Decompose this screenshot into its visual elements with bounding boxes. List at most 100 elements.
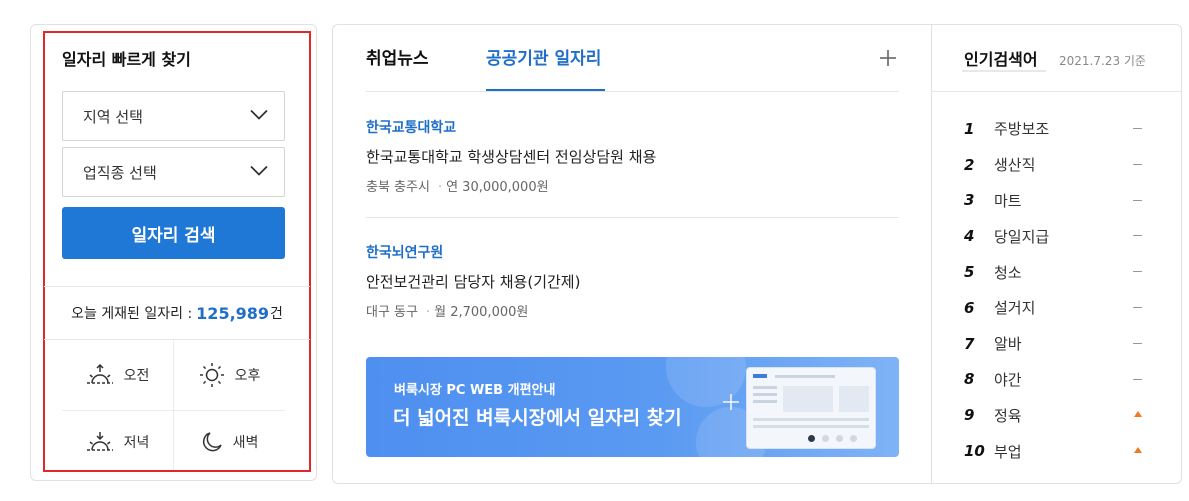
rank-number: 10 — [964, 442, 985, 461]
rank-keyword[interactable]: 마트 — [994, 190, 1022, 211]
rank-number: 7 — [964, 334, 975, 353]
list-item[interactable]: 10 부업 — [964, 433, 1154, 469]
posted-jobs-unit: 건 — [270, 306, 283, 322]
trend-flat-icon — [1133, 163, 1142, 165]
list-item[interactable]: 1 주방보조 — [964, 111, 1154, 147]
trend-flat-icon — [1133, 378, 1142, 380]
time-slot-dawn[interactable]: 새벽 — [174, 412, 285, 472]
tabs-divider — [366, 91, 899, 92]
trend-up-icon — [1134, 447, 1142, 454]
chevron-down-icon — [250, 165, 268, 176]
separator-dot: · — [425, 305, 431, 320]
job-title[interactable]: 안전보건관리 담당자 채용(기간제) — [366, 271, 899, 292]
job-org[interactable]: 한국뇌연구원 — [366, 242, 899, 262]
sunrise-icon — [86, 364, 113, 384]
chevron-down-icon — [250, 109, 268, 120]
job-location: 대구 동구 — [366, 305, 418, 320]
trend-flat-icon — [1133, 271, 1142, 273]
pagination-dot[interactable] — [850, 435, 857, 442]
job-listing[interactable]: 한국뇌연구원 안전보건관리 담당자 채용(기간제) 대구 동구 · 월 2,700,… — [366, 242, 899, 320]
rank-keyword[interactable]: 생산직 — [994, 154, 1035, 175]
job-salary: 월 2,700,000원 — [434, 305, 529, 320]
rank-number: 6 — [964, 298, 975, 317]
list-item[interactable]: 6 설거지 — [964, 290, 1154, 326]
job-location: 충북 충주시 — [366, 180, 430, 195]
posted-jobs-label: 오늘 게재된 일자리 : — [71, 306, 193, 322]
time-slot-dawn-label: 새벽 — [232, 435, 259, 451]
time-grid-divider — [62, 410, 285, 411]
job-divider — [366, 217, 899, 218]
separator-dot: · — [437, 180, 443, 195]
trend-flat-icon — [1133, 128, 1142, 129]
list-item[interactable]: 3 마트 — [964, 183, 1154, 219]
quick-search-title: 일자리 빠르게 찾기 — [62, 50, 191, 69]
rank-keyword[interactable]: 당일지급 — [994, 226, 1049, 247]
list-item[interactable]: 7 알바 — [964, 326, 1154, 362]
job-title[interactable]: 한국교통대학교 학생상담센터 전임상담원 채용 — [366, 146, 899, 167]
rank-number: 1 — [964, 119, 975, 138]
posted-jobs-summary: 오늘 게재된 일자리 : 125,989 건 — [44, 286, 310, 340]
posted-jobs-count: 125,989 — [196, 303, 270, 323]
rank-number: 4 — [964, 227, 975, 246]
rank-keyword[interactable]: 설거지 — [994, 297, 1035, 318]
sunset-icon — [86, 432, 113, 451]
time-slot-afternoon[interactable]: 오후 — [174, 345, 285, 405]
popular-search-title: 인기검색어 — [964, 50, 1038, 69]
pagination-dot[interactable] — [808, 435, 815, 442]
popular-search-divider — [931, 91, 1182, 92]
rank-keyword[interactable]: 청소 — [994, 262, 1022, 283]
region-select[interactable]: 지역 선택 — [62, 91, 285, 141]
banner-pagination — [808, 435, 857, 442]
time-slot-afternoon-label: 오후 — [234, 368, 261, 384]
tab-public-jobs[interactable]: 공공기관 일자리 — [486, 44, 601, 69]
moon-icon — [202, 432, 222, 452]
rank-keyword[interactable]: 알바 — [994, 333, 1022, 354]
pagination-dot[interactable] — [836, 435, 843, 442]
rank-number: 3 — [964, 191, 975, 210]
tab-job-news[interactable]: 취업뉴스 — [366, 44, 429, 69]
banner-subtitle: 벼룩시장 PC WEB 개편안내 — [394, 383, 556, 398]
rank-number: 9 — [964, 406, 975, 425]
list-item[interactable]: 9 정육 — [964, 397, 1154, 433]
trend-flat-icon — [1133, 306, 1142, 308]
time-slot-morning[interactable]: 오전 — [62, 345, 173, 405]
job-org[interactable]: 한국교통대학교 — [366, 117, 899, 137]
rank-number: 8 — [964, 370, 975, 389]
job-meta: 대구 동구 · 월 2,700,000원 — [366, 301, 899, 320]
job-search-button[interactable]: 일자리 검색 — [62, 207, 285, 259]
job-meta: 충북 충주시 · 연 30,000,000원 — [366, 176, 899, 195]
rank-keyword[interactable]: 부업 — [994, 441, 1022, 462]
plus-icon[interactable] — [878, 48, 898, 68]
time-slot-evening[interactable]: 저녁 — [62, 412, 173, 472]
list-item[interactable]: 4 당일지급 — [964, 218, 1154, 254]
active-tab-indicator — [486, 89, 605, 91]
time-slot-morning-label: 오전 — [123, 368, 150, 384]
list-item[interactable]: 2 생산직 — [964, 147, 1154, 183]
list-item[interactable]: 5 청소 — [964, 254, 1154, 290]
job-listing[interactable]: 한국교통대학교 한국교통대학교 학생상담센터 전임상담원 채용 충북 충주시 · 연… — [366, 117, 899, 195]
popular-search-date: 2021.7.23 기준 — [1059, 54, 1146, 68]
rank-keyword[interactable]: 주방보조 — [994, 118, 1049, 139]
industry-select[interactable]: 업직종 선택 — [62, 147, 285, 197]
time-slot-evening-label: 저녁 — [123, 435, 150, 451]
trend-flat-icon — [1133, 342, 1142, 344]
promo-banner[interactable]: 벼룩시장 PC WEB 개편안내 더 넓어진 벼룩시장에서 일자리 찾기 — [366, 357, 899, 457]
sparkle-icon — [723, 394, 739, 410]
time-slot-grid: 오전 오후 저녁 새벽 — [62, 340, 285, 470]
trend-flat-icon — [1133, 235, 1142, 237]
banner-headline: 더 넓어진 벼룩시장에서 일자리 찾기 — [393, 407, 682, 429]
trend-up-icon — [1134, 411, 1142, 418]
popular-search-list: 1 주방보조 2 생산직 3 마트 4 당일지급 5 청소 6 설거지 7 알바… — [964, 111, 1154, 469]
industry-select-label: 업직종 선택 — [83, 163, 157, 182]
list-item[interactable]: 8 야간 — [964, 362, 1154, 398]
rank-keyword[interactable]: 정육 — [994, 405, 1022, 426]
sun-icon — [199, 363, 224, 387]
rank-number: 5 — [964, 263, 975, 282]
region-select-label: 지역 선택 — [83, 107, 143, 126]
popular-search-title-underline — [962, 70, 1046, 72]
job-salary: 연 30,000,000원 — [446, 180, 549, 195]
trend-flat-icon — [1133, 199, 1142, 201]
pagination-dot[interactable] — [822, 435, 829, 442]
rank-number: 2 — [964, 155, 975, 174]
rank-keyword[interactable]: 야간 — [994, 369, 1022, 390]
